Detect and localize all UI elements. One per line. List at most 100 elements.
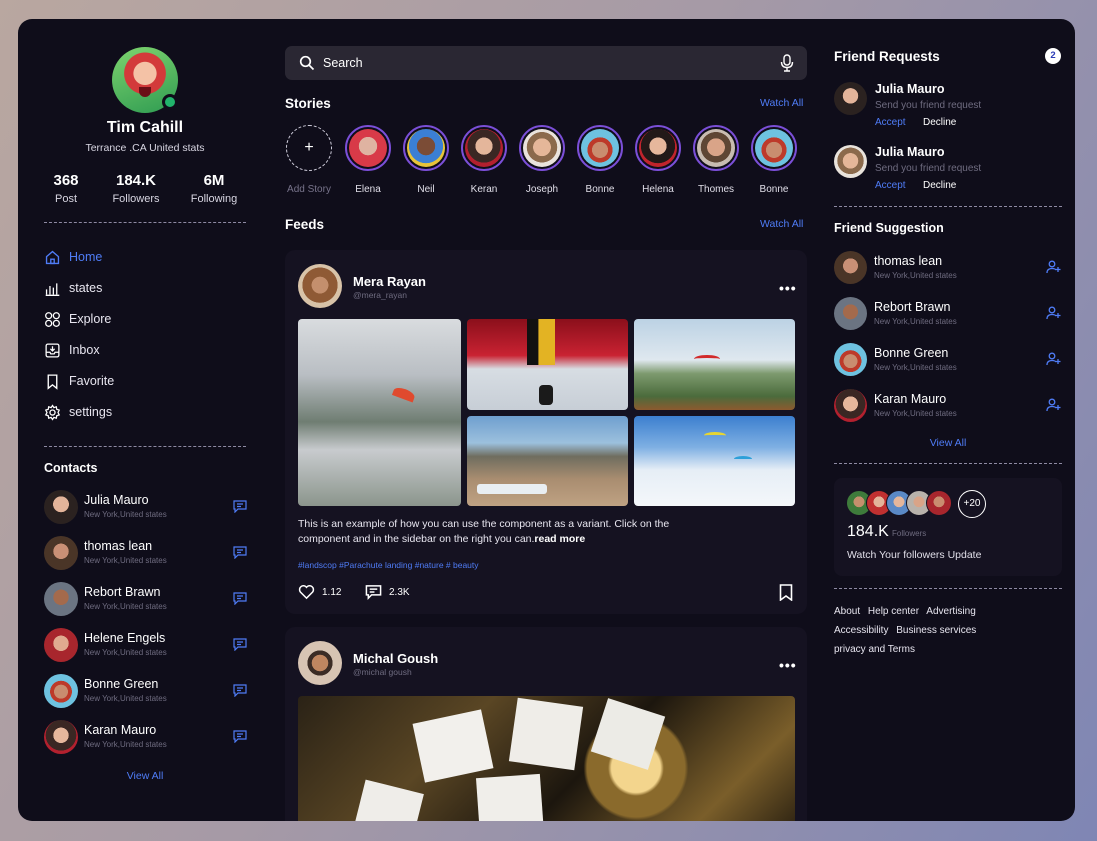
bookmark-icon[interactable] [779,584,793,601]
add-friend-icon[interactable] [1046,352,1061,366]
chat-icon[interactable] [233,730,247,743]
search-bar [285,46,807,80]
story-item[interactable]: Elena [343,125,393,195]
request-name[interactable]: Julia Mauro [875,82,944,96]
suggestion-name[interactable]: Rebort Brawn [874,300,950,314]
friend-requests-count-badge: 2 [1045,48,1061,64]
avatar[interactable] [834,297,867,330]
nav-item-explore[interactable]: Explore [44,309,111,329]
nav-item-home[interactable]: Home [44,247,102,267]
accept-button[interactable]: Accept [875,117,906,128]
suggestion-name[interactable]: Karan Mauro [874,392,946,406]
footer-link-about[interactable]: About [834,606,860,617]
story-label: Neil [417,184,435,195]
search-icon [299,55,315,71]
avatar [44,674,78,708]
contact-item[interactable]: Helene Engels New York,United states [44,628,254,664]
story-item[interactable]: Bonne [575,125,625,195]
friend-request-item: Julia Mauro Send you friend request Acce… [834,80,1064,136]
chat-icon[interactable] [233,638,247,651]
divider [834,588,1062,589]
post-author-handle: @mera_rayan [353,290,407,300]
suggestion-name[interactable]: thomas lean [874,254,942,268]
caption-text: This is an example of how you can use th… [298,518,670,545]
avatar [349,129,387,167]
decline-button[interactable]: Decline [923,117,956,128]
post-author-name[interactable]: Michal Goush [353,651,438,666]
contact-item[interactable]: Rebort Brawn New York,United states [44,582,254,618]
microphone-icon[interactable] [780,54,794,72]
more-options-icon[interactable]: ••• [779,657,797,673]
nav-item-settings[interactable]: settings [44,402,112,422]
search-input[interactable] [323,54,763,72]
post-tags[interactable]: #landscop #Parachute landing #nature # b… [298,560,479,570]
chat-icon[interactable] [233,500,247,513]
story-item[interactable]: Joseph [517,125,567,195]
post-image-photos-party[interactable] [298,696,795,821]
post-author-avatar[interactable] [298,641,342,685]
footer-link-advertising[interactable]: Advertising [926,606,975,617]
post-image-valley-glider[interactable] [634,319,795,410]
chat-icon[interactable] [233,684,247,697]
nav-item-favorite[interactable]: Favorite [44,371,114,391]
contact-item[interactable]: Karan Mauro New York,United states [44,720,254,756]
divider [44,446,246,447]
plus-icon: + [286,125,332,171]
contacts-view-all-link[interactable]: View All [18,770,272,782]
story-item[interactable]: Bonne [749,125,799,195]
request-name[interactable]: Julia Mauro [875,145,944,159]
stories-watch-all-link[interactable]: Watch All [760,97,803,109]
add-friend-icon[interactable] [1046,398,1061,412]
avatar[interactable] [834,389,867,422]
story-item[interactable]: Helena [633,125,683,195]
post-author-name[interactable]: Mera Rayan [353,274,426,289]
contact-item[interactable]: thomas lean New York,United states [44,536,254,572]
post-image-launch-site[interactable] [467,416,628,506]
footer-link-privacy-terms[interactable]: privacy and Terms [834,644,915,655]
story-item[interactable]: Thomes [691,125,741,195]
stat-followers[interactable]: 184.K Followers [106,172,166,205]
story-item[interactable]: Neil [401,125,451,195]
suggestion-name[interactable]: Bonne Green [874,346,948,360]
comment-button[interactable]: 2.3K [365,584,410,600]
post-image-mountain-clouds[interactable] [298,319,461,506]
nav-item-inbox[interactable]: Inbox [44,340,100,360]
suggestions-view-all-link[interactable]: View All [834,437,1062,449]
avatar[interactable] [834,343,867,376]
contact-item[interactable]: Julia Mauro New York,United states [44,490,254,526]
stat-posts[interactable]: 368 Post [46,172,86,205]
nav-label: states [69,281,103,295]
inbox-icon [45,342,60,358]
contact-item[interactable]: Bonne Green New York,United states [44,674,254,710]
add-story-button[interactable]: + Add Story [284,125,334,195]
heart-icon [298,585,315,600]
like-button[interactable]: 1.12 [298,584,341,600]
feeds-watch-all-link[interactable]: Watch All [760,218,803,230]
suggestion-location: New York,United states [874,363,957,372]
profile-name: Tim Cahill [106,119,184,136]
nav-item-states[interactable]: states [44,278,102,298]
suggestion-location: New York,United states [874,271,957,280]
nav-label: settings [69,405,113,419]
avatar[interactable] [834,145,867,178]
story-item[interactable]: Keran [459,125,509,195]
nav-label: Home [69,250,103,264]
chat-icon[interactable] [233,546,247,559]
chat-icon[interactable] [233,592,247,605]
footer-link-help-center[interactable]: Help center [868,606,919,617]
avatar[interactable] [834,251,867,284]
add-friend-icon[interactable] [1046,306,1061,320]
followers-card[interactable]: +20 184.K Followers Watch Your followers… [834,478,1062,576]
post-author-avatar[interactable] [298,264,342,308]
decline-button[interactable]: Decline [923,180,956,191]
read-more-link[interactable]: read more [534,533,585,545]
stat-following[interactable]: 6M Following [186,172,242,205]
avatar[interactable] [834,82,867,115]
post-image-gliders-sky[interactable] [634,416,795,506]
more-options-icon[interactable]: ••• [779,280,797,296]
footer-link-accessibility[interactable]: Accessibility [834,625,888,636]
footer-link-business-services[interactable]: Business services [896,625,976,636]
add-friend-icon[interactable] [1046,260,1061,274]
post-image-parachute[interactable] [467,319,628,410]
accept-button[interactable]: Accept [875,180,906,191]
